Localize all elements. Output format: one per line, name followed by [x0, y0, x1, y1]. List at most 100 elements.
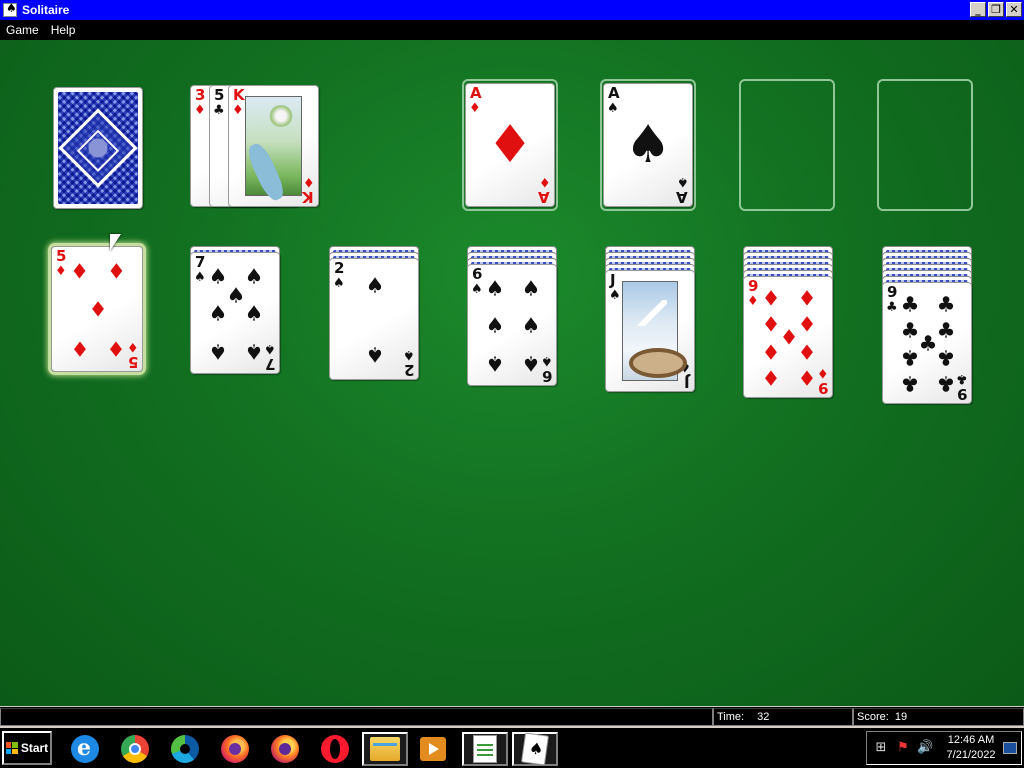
card-suit-icon: ♠: [333, 276, 345, 291]
card-rank: J: [610, 271, 616, 289]
card-pip-icon: ♦: [797, 286, 817, 311]
card-pip-icon: ♦: [106, 259, 126, 284]
card-pip-icon: ♣: [900, 345, 920, 370]
card-pip-icon: ♠: [521, 276, 541, 301]
card-rank: 7: [195, 253, 206, 271]
foundation-slot[interactable]: [739, 79, 835, 211]
card-pip-icon: ♣: [900, 318, 920, 343]
file-explorer-icon[interactable]: [362, 732, 408, 766]
card-rank: 9: [887, 283, 898, 301]
tableau-card[interactable]: 9 ♦ 9 ♦ ♦ ♦ ♦ ♦ ♦ ♦ ♦ ♦ ♦: [743, 276, 833, 398]
card-pip-icon: ♠: [208, 339, 228, 364]
card-suit-icon: ♦: [232, 103, 244, 118]
score-value: 19: [894, 711, 908, 723]
start-button[interactable]: Start: [2, 731, 52, 765]
show-desktop-icon[interactable]: [1003, 742, 1017, 754]
card-rank: A: [676, 188, 688, 206]
card-pip-icon: ♦: [70, 259, 90, 284]
card-pip-icon: ♠: [365, 273, 385, 298]
clock-date: 7/21/2022: [946, 749, 996, 761]
card-rank: 2: [334, 259, 345, 277]
card-suit-icon: ♦: [469, 101, 481, 116]
face-card-art: [622, 281, 687, 381]
card-rank: 6: [541, 367, 552, 385]
card-rank: 5: [214, 86, 225, 104]
minimize-button[interactable]: _: [970, 2, 986, 17]
card-pip-icon: ♣: [936, 318, 956, 343]
card-pip-icon: ♦: [797, 312, 817, 337]
card-suit-icon: ♦: [817, 365, 829, 380]
game-board[interactable]: 3♦3♦♦♦♦5♣5♣♣♣♣♣♣K♦K♦A♦A♦♦A♠A♠♠5♦5♦♦♦♦♦♦7…: [0, 40, 1024, 706]
chrome-icon[interactable]: [116, 732, 154, 766]
card-rank: 5: [56, 247, 67, 265]
card-suit-icon: ♦: [127, 339, 139, 354]
action-center-flag-icon[interactable]: ⚑: [895, 740, 911, 756]
card-suit-icon: ♠: [471, 282, 483, 297]
taskbar: Start e ♠ ⊞ ⚑ 🔊 12:46 AM 7/21/2022: [0, 726, 1024, 768]
tableau-card[interactable]: J♠J♠: [605, 270, 695, 392]
card-pip-icon: ♠: [521, 351, 541, 376]
card-pip-icon: ♦: [761, 286, 781, 311]
window-title: Solitaire: [22, 3, 70, 17]
menu-help[interactable]: Help: [45, 23, 82, 37]
foundation-card[interactable]: A ♦ A ♦ ♦: [465, 83, 555, 207]
tableau-card[interactable]: 9 ♣ 9 ♣ ♣ ♣ ♣ ♣ ♣ ♣ ♣ ♣ ♣: [882, 282, 972, 404]
restore-button[interactable]: ❐: [988, 2, 1004, 17]
card-pip-icon: ♣: [900, 292, 920, 317]
tableau-card[interactable]: 7 ♠ 7 ♠ ♠ ♠ ♠ ♠ ♠ ♠ ♠: [190, 252, 280, 374]
close-button[interactable]: ✕: [1006, 2, 1022, 17]
card-rank: 3: [195, 86, 206, 104]
card-pip-icon: ♣: [936, 292, 956, 317]
firefox-icon[interactable]: [216, 732, 254, 766]
menu-game[interactable]: Game: [0, 23, 45, 37]
card-pip-icon: ♠: [208, 264, 228, 289]
card-suit-icon: ♦: [539, 174, 551, 189]
clock[interactable]: 12:46 AM 7/21/2022: [941, 733, 1001, 763]
card-pip-icon: ♠: [624, 115, 672, 175]
waste-card[interactable]: K ♦ K ♦: [228, 85, 319, 207]
firefox-dev-icon[interactable]: [266, 732, 304, 766]
card-pip-icon: ♠: [485, 313, 505, 338]
edge-icon[interactable]: [166, 732, 204, 766]
card-pip-icon: ♠: [226, 283, 246, 308]
card-pip-icon: ♦: [70, 336, 90, 361]
solitaire-taskbar-icon[interactable]: ♠: [512, 732, 558, 766]
opera-icon[interactable]: [316, 732, 354, 766]
card-pip-icon: ♣: [936, 371, 956, 396]
card-pip-icon: ♣: [900, 371, 920, 396]
card-suit-icon: ♦: [194, 103, 206, 118]
foundation-card[interactable]: A ♠ A ♠ ♠: [603, 83, 693, 207]
volume-icon[interactable]: 🔊: [917, 740, 933, 756]
card-suit-icon: ♠: [609, 288, 621, 303]
card-rank: 6: [472, 265, 483, 283]
card-pip-icon: ♠: [244, 301, 264, 326]
card-rank: 9: [748, 277, 759, 295]
media-player-icon[interactable]: [414, 732, 452, 766]
network-icon[interactable]: ⊞: [873, 740, 889, 756]
card-suit-icon: ♦: [55, 264, 67, 279]
stock-pile[interactable]: [53, 87, 143, 209]
windows-logo-icon: [5, 742, 18, 754]
card-suit-icon: ♠: [677, 174, 689, 189]
tableau-card[interactable]: 5 ♦ 5 ♦ ♦ ♦ ♦ ♦ ♦: [51, 246, 143, 372]
foundation-slot[interactable]: [877, 79, 973, 211]
internet-explorer-icon[interactable]: e: [66, 732, 104, 766]
card-pip-icon: ♦: [88, 297, 108, 322]
title-bar: Solitaire _ ❐ ✕: [0, 0, 1024, 20]
card-pip-icon: ♦: [761, 339, 781, 364]
card-rank: J: [684, 373, 690, 391]
text-editor-icon[interactable]: [462, 732, 508, 766]
clock-time: 12:46 AM: [947, 734, 995, 746]
solitaire-app-icon[interactable]: [3, 1, 17, 17]
tableau-card[interactable]: 2 ♠ 2 ♠ ♠ ♠: [329, 258, 419, 380]
status-message: [0, 708, 713, 726]
card-rank: 9: [956, 385, 967, 403]
card-pip-icon: ♠: [208, 301, 228, 326]
tableau-card[interactable]: 6 ♠ 6 ♠ ♠ ♠ ♠ ♠ ♠ ♠: [467, 264, 557, 386]
card-suit-icon: ♣: [213, 103, 225, 118]
mouse-cursor-icon: [110, 234, 121, 251]
card-rank: 5: [127, 353, 138, 371]
card-rank: K: [302, 188, 314, 206]
card-pip-icon: ♠: [485, 276, 505, 301]
card-rank: A: [608, 84, 620, 102]
